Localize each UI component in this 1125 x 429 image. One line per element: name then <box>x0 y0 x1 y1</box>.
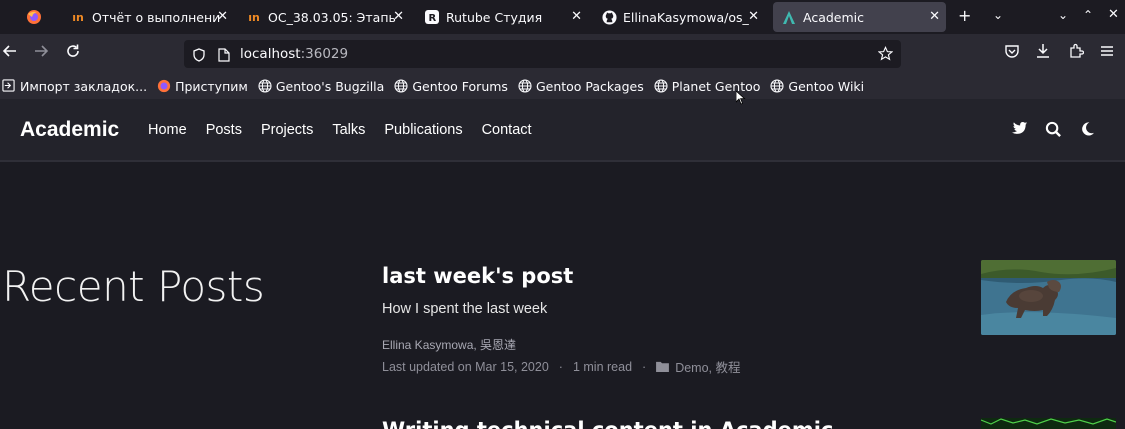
list-tabs-icon[interactable]: ⌄ <box>993 8 1003 22</box>
mooc-icon: ın <box>72 10 84 24</box>
bookmark-label: Gentoo Packages <box>535 78 644 94</box>
post-read-time: 1 min read <box>572 359 633 374</box>
academic-icon <box>781 9 797 25</box>
forward-icon[interactable] <box>33 43 49 64</box>
meta-separator: · <box>642 359 647 374</box>
menu-item-contact[interactable]: Contact <box>482 122 532 138</box>
post-title[interactable]: last week's post <box>382 264 573 288</box>
back-icon[interactable] <box>2 43 18 64</box>
tab-title: ОС_38.03.05: Этапы <box>268 9 396 25</box>
bookmark-gentoo-bugzilla[interactable]: Gentoo's Bugzilla <box>258 78 385 94</box>
tab-report[interactable]: ın Отчёт о выполнении ✕ <box>70 0 234 34</box>
menu-item-posts[interactable]: Posts <box>206 122 242 138</box>
navigation-toolbar: localhost:36029 <box>0 34 1125 73</box>
menu-item-projects[interactable]: Projects <box>261 122 313 138</box>
tab-github[interactable]: EllinaKasymowa/os_i ✕ <box>601 0 765 34</box>
import-icon <box>2 79 16 93</box>
tab-strip: ın Отчёт о выполнении ✕ ın ОС_38.03.05: … <box>0 0 1125 34</box>
close-icon[interactable]: ✕ <box>393 9 404 24</box>
globe-icon <box>258 79 272 93</box>
next-post-title-partial[interactable]: Writing technical content in Academic <box>382 418 833 429</box>
url-bar[interactable]: localhost:36029 <box>184 40 901 68</box>
bookmark-label: Planet Gentoo <box>671 78 761 94</box>
minimize-icon[interactable]: ⌄ <box>1058 8 1068 22</box>
post-categories[interactable]: Demo, 教程 <box>675 357 740 376</box>
tab-title: EllinaKasymowa/os_i <box>623 9 749 25</box>
tab-title: Отчёт о выполнении <box>92 9 220 25</box>
bookmark-gentoo-wiki[interactable]: Gentoo Wiki <box>770 79 864 94</box>
site-menu: Home Posts Projects Talks Publications C… <box>148 122 551 138</box>
bookmark-gentoo-forums[interactable]: Gentoo Forums <box>394 79 508 94</box>
tab-os-stages[interactable]: ın ОС_38.03.05: Этапы ✕ <box>246 0 410 34</box>
tab-title: Rutube Студия <box>446 9 543 25</box>
close-icon[interactable]: ✕ <box>929 9 940 24</box>
globe-icon <box>394 79 408 93</box>
url-port: :36029 <box>300 46 349 62</box>
bookmarks-toolbar: Импорт закладок... Приступим Gentoo's Bu… <box>0 73 1125 99</box>
window-close-icon[interactable]: ✕ <box>1108 7 1119 22</box>
post-meta: Last updated on Mar 15, 2020 · 1 min rea… <box>382 357 741 376</box>
tab-title: Academic <box>803 9 865 25</box>
tab-rutube[interactable]: R Rutube Студия ✕ <box>424 0 588 34</box>
bookmark-star-icon[interactable] <box>877 46 894 65</box>
maximize-icon[interactable]: ⌃ <box>1083 8 1093 22</box>
close-icon[interactable]: ✕ <box>748 9 759 24</box>
url-text[interactable]: localhost:36029 <box>240 46 348 62</box>
globe-icon <box>654 79 668 93</box>
menu-item-home[interactable]: Home <box>148 122 187 138</box>
new-tab-icon[interactable]: + <box>958 6 971 25</box>
bookmark-import[interactable]: Импорт закладок... <box>2 79 147 94</box>
bookmark-label: Gentoo Wiki <box>788 78 865 94</box>
page-icon[interactable] <box>218 47 230 62</box>
post-thumbnail[interactable] <box>981 260 1116 335</box>
shield-icon[interactable] <box>192 47 206 62</box>
tab-academic[interactable]: Academic ✕ <box>773 2 946 32</box>
url-host: localhost <box>240 46 301 62</box>
menu-icon[interactable] <box>1100 43 1114 63</box>
search-icon[interactable] <box>1045 121 1063 139</box>
menu-item-talks[interactable]: Talks <box>332 122 365 138</box>
bookmark-label: Gentoo's Bugzilla <box>275 78 385 94</box>
next-post-thumbnail[interactable] <box>981 418 1116 429</box>
section-title: Recent Posts <box>2 262 265 311</box>
github-icon <box>601 9 617 25</box>
bookmark-gentoo-packages[interactable]: Gentoo Packages <box>518 79 644 94</box>
firefox-icon <box>157 79 171 93</box>
bookmark-label: Gentoo Forums <box>412 78 508 94</box>
folder-icon <box>656 361 670 373</box>
bookmark-label: Приступим <box>175 78 248 94</box>
mouse-cursor-icon <box>735 90 746 109</box>
close-icon[interactable]: ✕ <box>571 9 582 24</box>
svg-text:R: R <box>429 13 437 24</box>
extensions-icon[interactable] <box>1068 43 1085 64</box>
globe-icon <box>770 79 784 93</box>
meta-separator: · <box>558 359 563 374</box>
globe-icon <box>518 79 532 93</box>
pocket-icon[interactable] <box>1004 43 1020 64</box>
twitter-icon[interactable] <box>1011 121 1029 139</box>
menu-item-publications[interactable]: Publications <box>384 122 462 138</box>
reload-icon[interactable] <box>65 43 81 64</box>
bookmark-getting-started[interactable]: Приступим <box>157 79 248 94</box>
post-authors[interactable]: Ellina Kasymowa, 吳恩達 <box>382 336 516 353</box>
dark-mode-moon-icon[interactable] <box>1080 121 1098 139</box>
site-brand[interactable]: Academic <box>20 118 119 142</box>
close-icon[interactable]: ✕ <box>217 9 228 24</box>
mooc-icon: ın <box>248 10 260 24</box>
tab-firefox-view[interactable] <box>26 0 56 34</box>
bookmark-label: Импорт закладок... <box>20 78 148 94</box>
firefox-icon <box>26 9 42 25</box>
rutube-icon: R <box>424 9 440 25</box>
post-updated: Last updated on Mar 15, 2020 <box>382 359 549 374</box>
post-summary: How I spent the last week <box>382 301 548 317</box>
site-navbar: Academic Home Posts Projects Talks Publi… <box>0 99 1125 162</box>
download-icon[interactable] <box>1035 43 1051 64</box>
